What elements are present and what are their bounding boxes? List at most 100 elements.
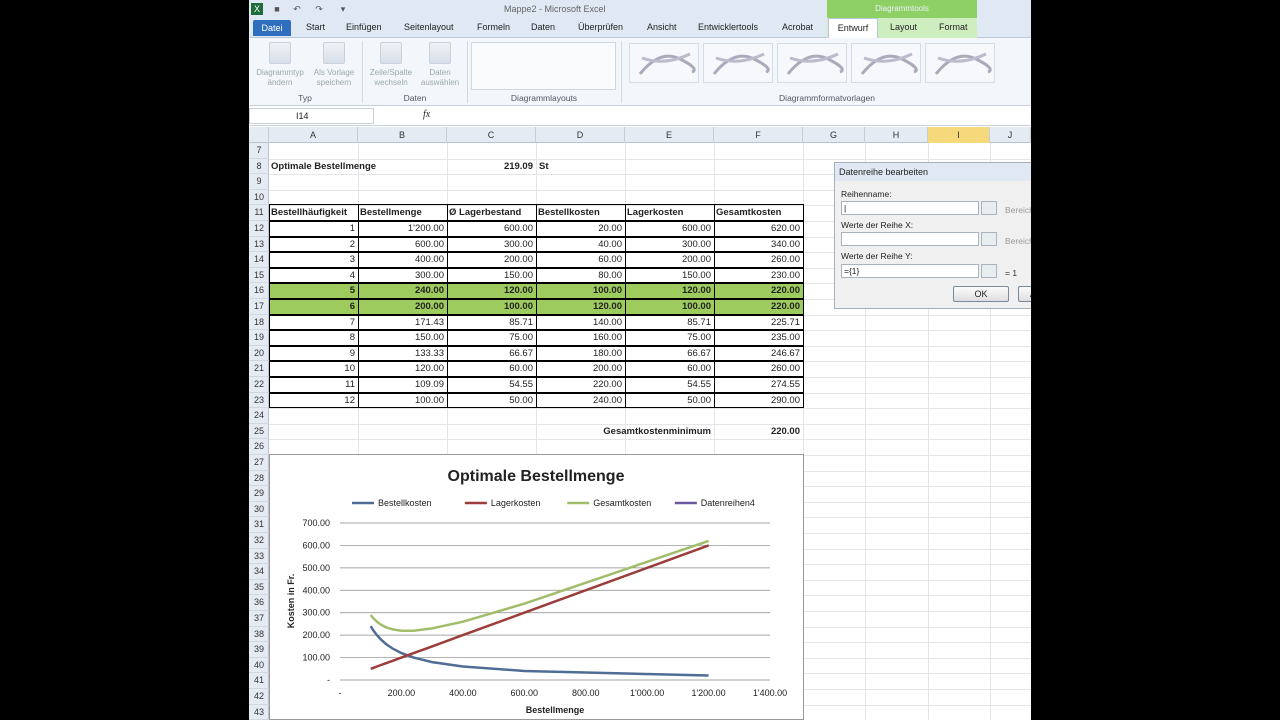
save-icon[interactable]: ■ xyxy=(271,3,283,15)
row-header-11[interactable]: 11 xyxy=(249,205,269,221)
chart-style-5[interactable] xyxy=(925,43,995,83)
table-cell[interactable]: 120.00 xyxy=(358,361,447,377)
row-header-27[interactable]: 27 xyxy=(249,455,269,471)
table-cell[interactable]: 50.00 xyxy=(447,393,536,409)
table-cell[interactable]: 230.00 xyxy=(714,268,803,284)
table-cell[interactable]: 274.55 xyxy=(714,377,803,393)
row-header-19[interactable]: 19 xyxy=(249,330,269,346)
row-header-36[interactable]: 36 xyxy=(249,595,269,611)
tab-start[interactable]: Start xyxy=(306,22,325,32)
table-cell[interactable]: 220.00 xyxy=(536,377,625,393)
column-header-f[interactable]: F xyxy=(714,127,803,143)
table-cell[interactable]: 4 xyxy=(269,268,358,284)
table-cell[interactable]: 2 xyxy=(269,237,358,253)
table-header-cell[interactable]: Bestellkosten xyxy=(536,205,625,221)
name-box[interactable]: I14 xyxy=(249,108,374,124)
table-cell[interactable]: 85.71 xyxy=(447,315,536,331)
row-header-31[interactable]: 31 xyxy=(249,517,269,533)
table-cell[interactable]: 66.67 xyxy=(447,346,536,362)
table-cell[interactable]: 100.00 xyxy=(358,393,447,409)
table-cell[interactable]: 200.00 xyxy=(358,299,447,315)
table-cell[interactable]: 340.00 xyxy=(714,237,803,253)
table-cell[interactable]: 100.00 xyxy=(447,299,536,315)
table-cell[interactable]: 66.67 xyxy=(625,346,714,362)
range-picker-icon[interactable] xyxy=(981,201,997,215)
chart-layouts-gallery[interactable] xyxy=(471,42,616,90)
tab-ansicht[interactable]: Ansicht xyxy=(647,22,677,32)
table-cell[interactable]: 200.00 xyxy=(447,252,536,268)
tab-layout[interactable]: Layout xyxy=(890,22,917,32)
range-picker-icon[interactable] xyxy=(981,232,997,246)
table-cell[interactable]: 260.00 xyxy=(714,252,803,268)
table-cell[interactable]: 1'200.00 xyxy=(358,221,447,237)
row-header-41[interactable]: 41 xyxy=(249,673,269,689)
column-header-a[interactable]: A xyxy=(269,127,358,143)
table-cell[interactable]: 10 xyxy=(269,361,358,377)
column-header-i[interactable]: I xyxy=(928,127,990,143)
table-cell[interactable]: 200.00 xyxy=(536,361,625,377)
tab-entwurf[interactable]: Entwurf xyxy=(828,18,878,38)
table-cell[interactable]: 75.00 xyxy=(625,330,714,346)
table-cell[interactable]: 220.00 xyxy=(714,283,803,299)
row-header-9[interactable]: 9 xyxy=(249,174,269,190)
row-header-38[interactable]: 38 xyxy=(249,627,269,643)
row-header-15[interactable]: 15 xyxy=(249,268,269,284)
table-cell[interactable]: 260.00 xyxy=(714,361,803,377)
chart-style-1[interactable] xyxy=(629,43,699,83)
row-header-42[interactable]: 42 xyxy=(249,689,269,705)
table-cell[interactable]: 109.09 xyxy=(358,377,447,393)
row-header-34[interactable]: 34 xyxy=(249,564,269,580)
row-header-37[interactable]: 37 xyxy=(249,611,269,627)
table-cell[interactable]: 133.33 xyxy=(358,346,447,362)
table-cell[interactable]: 171.43 xyxy=(358,315,447,331)
table-cell[interactable]: 600.00 xyxy=(358,237,447,253)
table-cell[interactable]: 54.55 xyxy=(625,377,714,393)
select-data-button[interactable]: Daten auswählen xyxy=(417,42,463,88)
tab-format[interactable]: Format xyxy=(939,22,968,32)
table-cell[interactable]: 9 xyxy=(269,346,358,362)
table-cell[interactable]: 300.00 xyxy=(358,268,447,284)
table-cell[interactable]: 50.00 xyxy=(625,393,714,409)
table-cell[interactable]: 620.00 xyxy=(714,221,803,237)
table-cell[interactable]: 40.00 xyxy=(536,237,625,253)
table-cell[interactable]: 225.71 xyxy=(714,315,803,331)
row-header-16[interactable]: 16 xyxy=(249,283,269,299)
row-header-8[interactable]: 8 xyxy=(249,159,269,175)
row-header-22[interactable]: 22 xyxy=(249,377,269,393)
table-cell[interactable]: 11 xyxy=(269,377,358,393)
table-cell[interactable]: 246.67 xyxy=(714,346,803,362)
row-header-24[interactable]: 24 xyxy=(249,408,269,424)
column-header-j[interactable]: J xyxy=(990,127,1031,143)
table-cell[interactable]: 80.00 xyxy=(536,268,625,284)
table-cell[interactable]: 200.00 xyxy=(625,252,714,268)
table-cell[interactable]: 100.00 xyxy=(625,299,714,315)
redo-icon[interactable]: ↷ xyxy=(313,3,325,15)
table-cell[interactable]: 7 xyxy=(269,315,358,331)
table-cell[interactable]: 300.00 xyxy=(447,237,536,253)
table-cell[interactable]: 180.00 xyxy=(536,346,625,362)
row-header-23[interactable]: 23 xyxy=(249,393,269,409)
table-cell[interactable]: 60.00 xyxy=(536,252,625,268)
row-header-14[interactable]: 14 xyxy=(249,252,269,268)
table-cell[interactable]: 1 xyxy=(269,221,358,237)
series-x-input[interactable] xyxy=(841,232,979,246)
table-cell[interactable]: 60.00 xyxy=(447,361,536,377)
change-chart-type-button[interactable]: Diagrammtyp ändern xyxy=(253,42,307,88)
table-header-cell[interactable]: Gesamtkosten xyxy=(714,205,803,221)
table-cell[interactable]: 120.00 xyxy=(536,299,625,315)
excel-icon[interactable]: X xyxy=(251,3,263,15)
column-header-d[interactable]: D xyxy=(536,127,625,143)
insert-function-icon[interactable]: fx xyxy=(423,109,430,120)
row-header-17[interactable]: 17 xyxy=(249,299,269,315)
row-header-26[interactable]: 26 xyxy=(249,439,269,455)
row-header-18[interactable]: 18 xyxy=(249,315,269,331)
table-cell[interactable]: 150.00 xyxy=(625,268,714,284)
table-cell[interactable]: 400.00 xyxy=(358,252,447,268)
row-header-39[interactable]: 39 xyxy=(249,642,269,658)
table-cell[interactable]: 240.00 xyxy=(536,393,625,409)
table-cell[interactable]: 60.00 xyxy=(625,361,714,377)
table-cell[interactable]: 54.55 xyxy=(447,377,536,393)
column-header-b[interactable]: B xyxy=(358,127,447,143)
qat-customize-icon[interactable]: ▾ xyxy=(337,3,349,15)
row-header-33[interactable]: 33 xyxy=(249,549,269,565)
